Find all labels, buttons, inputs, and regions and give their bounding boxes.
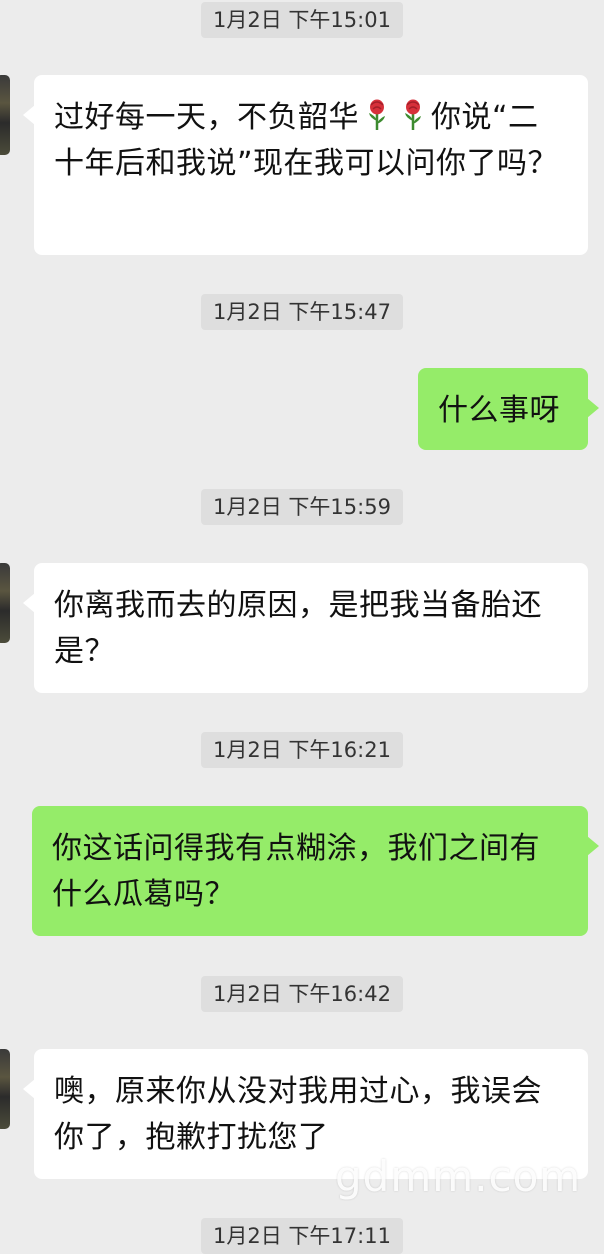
incoming-message-bubble[interactable]: 你离我而去的原因，是把我当备胎还是？ xyxy=(23,563,588,693)
contact-avatar[interactable] xyxy=(0,75,10,155)
timestamp: 1月2日 下午15:59 xyxy=(201,489,403,525)
timestamp: 1月2日 下午17:11 xyxy=(201,1218,403,1254)
timestamp: 1月2日 下午16:21 xyxy=(201,732,403,768)
message-text: 什么事呀 xyxy=(438,393,560,428)
outgoing-message-bubble[interactable]: 你这话问得我有点糊涂，我们之间有什么瓜葛吗？ xyxy=(32,806,599,936)
outgoing-message-bubble[interactable]: 什么事呀 xyxy=(418,368,599,450)
contact-avatar[interactable] xyxy=(0,563,10,643)
timestamp: 1月2日 下午15:01 xyxy=(201,2,403,38)
message-text: 噢，原来你从没对我用过心，我误会你了，抱歉打扰您了 xyxy=(54,1074,542,1155)
message-text: 过好每一天，不负韶华 xyxy=(54,100,359,135)
contact-avatar[interactable] xyxy=(0,1049,10,1129)
incoming-message-bubble[interactable]: 过好每一天，不负韶华 你说“二十年后和我说”现在我可以问你了吗？ xyxy=(23,75,588,255)
message-text: 你离我而去的原因，是把我当备胎还是？ xyxy=(54,588,542,669)
message-text: 你这话问得我有点糊涂，我们之间有什么瓜葛吗？ xyxy=(52,831,540,912)
rose-emoji-icon xyxy=(365,99,389,131)
rose-emoji-icon xyxy=(401,99,425,131)
timestamp: 1月2日 下午15:47 xyxy=(201,294,403,330)
timestamp: 1月2日 下午16:42 xyxy=(201,976,403,1012)
watermark: gdmm.com xyxy=(335,1152,582,1201)
